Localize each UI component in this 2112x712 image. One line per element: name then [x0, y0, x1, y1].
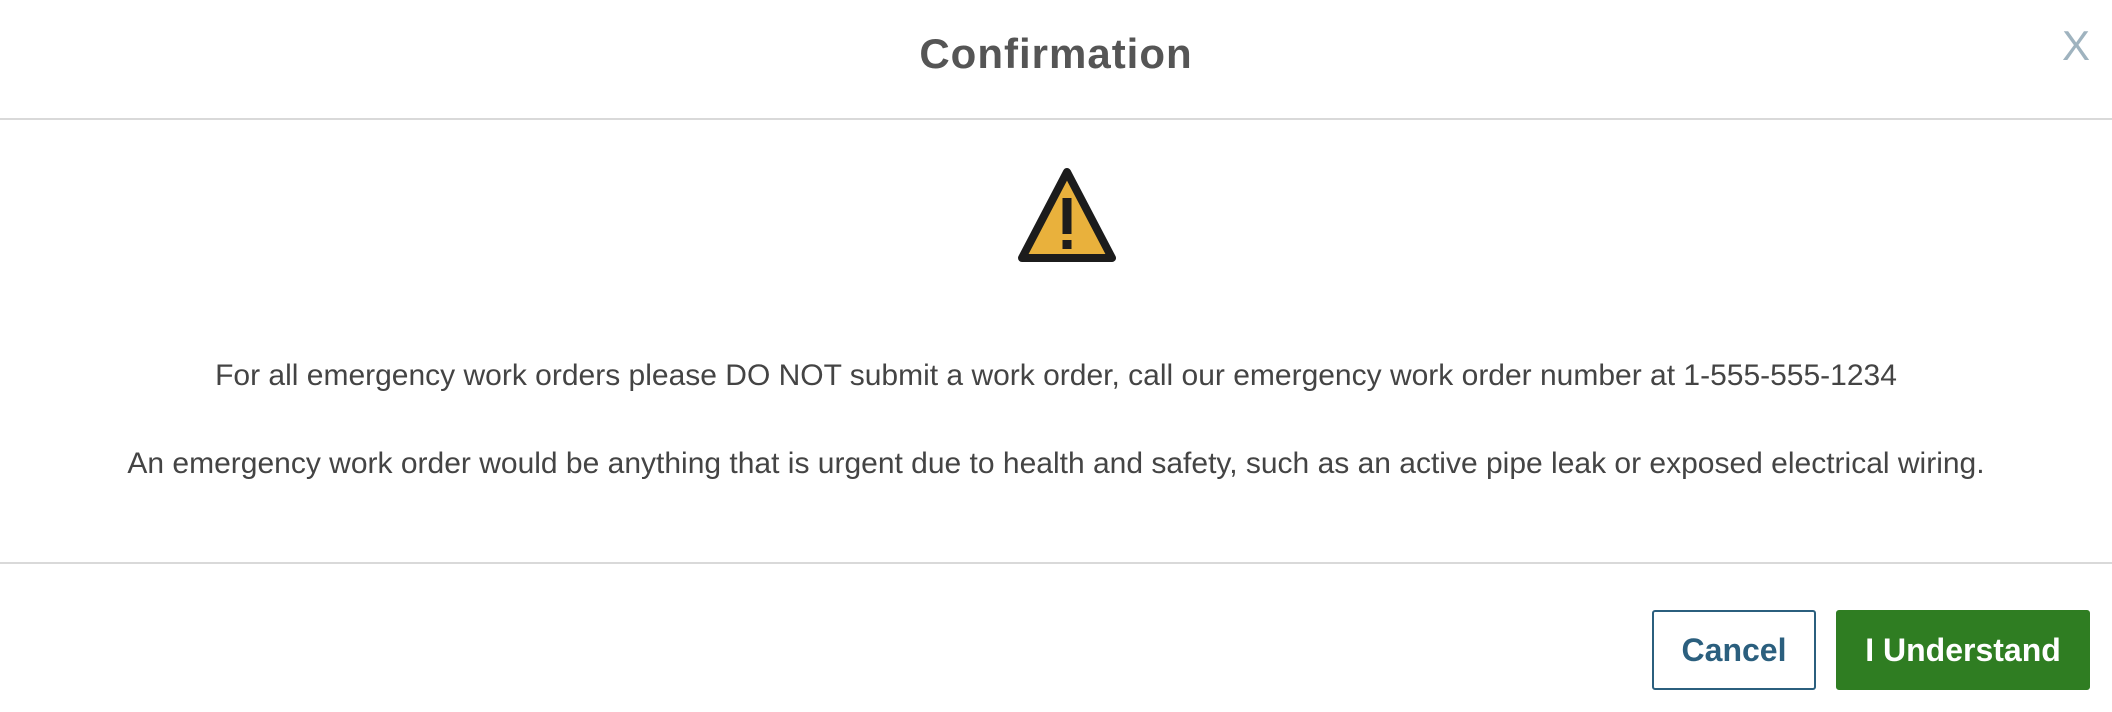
dialog-body: For all emergency work orders please DO … — [0, 120, 2112, 564]
emergency-instruction-text: For all emergency work orders please DO … — [215, 359, 1897, 392]
dialog-title: Confirmation — [919, 30, 1193, 77]
dialog-header: Confirmation X — [0, 0, 2112, 120]
warning-triangle-icon — [1018, 168, 1116, 262]
cancel-button[interactable]: Cancel — [1652, 610, 1816, 690]
close-icon[interactable]: X — [2062, 20, 2090, 72]
emergency-definition-text: An emergency work order would be anythin… — [127, 447, 1985, 480]
i-understand-button[interactable]: I Understand — [1836, 610, 2090, 690]
dialog-footer: Cancel I Understand — [0, 564, 2112, 712]
confirmation-dialog: Confirmation X For all emergency work or… — [0, 0, 2112, 712]
